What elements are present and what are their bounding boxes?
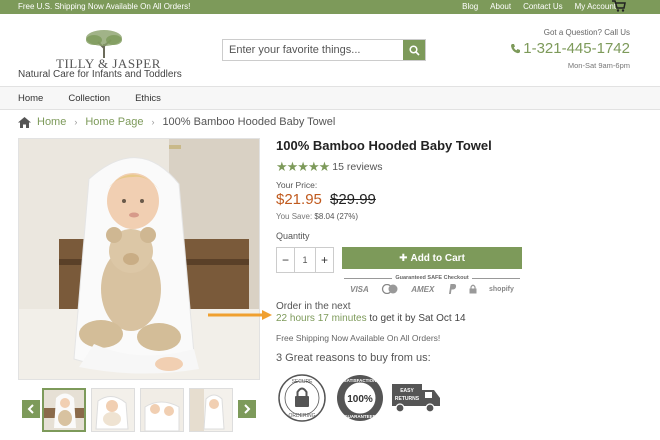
home-icon[interactable]: [18, 116, 31, 128]
business-hours: Mon-Sat 9am-6pm: [567, 61, 630, 70]
search-input[interactable]: [223, 40, 403, 60]
about-link[interactable]: About: [490, 2, 511, 11]
reasons-heading: 3 Great reasons to buy from us:: [276, 352, 431, 364]
thumb-image: [92, 389, 134, 431]
mastercard-icon: [381, 284, 398, 294]
shipping-promo: Free U.S. Shipping Now Available On All …: [18, 2, 191, 11]
account-link[interactable]: My Account: [575, 2, 616, 11]
order-countdown-intro: Order in the next: [276, 301, 351, 312]
delivery-date: to get it by Sat Oct 14: [369, 313, 466, 324]
breadcrumb-current: 100% Bamboo Hooded Baby Towel: [162, 116, 336, 128]
amex-logo: AMEX: [411, 284, 435, 294]
badge-row: SECURE ORDERING 100% SATISFACTION GUARAN…: [278, 374, 440, 422]
search-button[interactable]: [403, 40, 425, 60]
baby-towel-photo: [19, 139, 259, 379]
search-icon: [408, 44, 420, 56]
quantity-label: Quantity: [276, 231, 310, 241]
quantity-decrease-button[interactable]: −: [277, 248, 295, 272]
nav-home[interactable]: Home: [18, 93, 43, 104]
main-nav: Home Collection Ethics: [0, 86, 660, 110]
plus-icon: ✚: [399, 252, 408, 264]
thumbnail-1[interactable]: [42, 388, 86, 432]
tagline: Natural Care for Infants and Toddlers: [18, 69, 182, 80]
badge-top-text: SECURE: [292, 379, 314, 385]
easy-returns-badge: EASY RETURNS: [392, 384, 440, 413]
top-links: Blog About Contact Us My Account: [462, 2, 616, 11]
order-countdown: 22 hours 17 minutes to get it by Sat Oct…: [276, 313, 466, 324]
contact-block: Got a Question? Call Us 1-321-445-1742 M…: [510, 28, 630, 70]
free-shipping-note: Free Shipping Now Available On All Order…: [276, 333, 441, 343]
tree-icon: [86, 30, 122, 58]
chevron-right-icon: [244, 404, 251, 414]
search-bar: [222, 39, 426, 61]
phone-number[interactable]: 1-321-445-1742: [510, 40, 630, 57]
shopify-logo: shopify: [489, 285, 514, 293]
thumbnail-strip: [18, 388, 260, 432]
breadcrumb-home[interactable]: Home: [37, 116, 66, 128]
price-label: Your Price:: [276, 180, 318, 190]
contact-link[interactable]: Contact Us: [523, 2, 563, 11]
brand-logo[interactable]: TILLY & JASPER: [54, 28, 160, 72]
thumb-image: [141, 389, 183, 431]
callout-arrow-icon: [208, 310, 272, 320]
site-header: TILLY & JASPER Natural Care for Infants …: [0, 14, 660, 86]
secure-ordering-badge: SECURE ORDERING: [278, 374, 326, 422]
product-rating[interactable]: ★★★★★ 15 reviews: [276, 159, 382, 175]
badge-top-text: EASY: [400, 388, 414, 394]
thumb-image: [190, 389, 232, 431]
original-price: $29.99: [330, 191, 376, 208]
savings: You Save: $8.04 (27%): [276, 212, 358, 221]
phone-icon: [511, 44, 521, 54]
badge-bottom-text: ORDERING: [289, 413, 316, 419]
quantity-field[interactable]: 1: [295, 248, 315, 272]
visa-logo: VISA: [350, 284, 369, 294]
thumb-next-button[interactable]: [238, 400, 256, 418]
breadcrumb-separator: ›: [151, 117, 155, 127]
payment-logos: VISA AMEX shopify: [344, 284, 520, 294]
breadcrumb-separator: ›: [74, 117, 78, 127]
nav-ethics[interactable]: Ethics: [135, 93, 161, 104]
badge-bottom-text: GUARANTEED: [344, 414, 377, 419]
sale-price: $21.95: [276, 191, 322, 208]
add-to-cart-button[interactable]: ✚ Add to Cart: [342, 247, 522, 269]
savings-value: $8.04 (27%): [314, 212, 359, 221]
blog-link[interactable]: Blog: [462, 2, 478, 11]
breadcrumb: Home › Home Page › 100% Bamboo Hooded Ba…: [18, 116, 335, 128]
badge-mid-text: 100%: [347, 394, 373, 405]
top-bar: Free U.S. Shipping Now Available On All …: [0, 0, 660, 14]
thumb-image: [44, 390, 84, 430]
paypal-icon: [448, 284, 456, 294]
divider: [472, 278, 520, 279]
contact-question: Got a Question? Call Us: [543, 28, 630, 37]
lock-icon: [469, 284, 477, 294]
badge-top-text: SATISFACTION: [344, 378, 377, 383]
trust-badges: SECURE ORDERING 100% SATISFACTION GUARAN…: [276, 370, 456, 422]
satisfaction-guaranteed-badge: 100% SATISFACTION GUARANTEED: [337, 375, 383, 421]
phone-text: 1-321-445-1742: [523, 40, 630, 57]
countdown-time: 22 hours 17 minutes: [276, 313, 367, 324]
thumbnail-3[interactable]: [140, 388, 184, 432]
thumbnail-4[interactable]: [189, 388, 233, 432]
product-main-image[interactable]: [18, 138, 260, 380]
thumbnail-2[interactable]: [91, 388, 135, 432]
product-title: 100% Bamboo Hooded Baby Towel: [276, 138, 492, 153]
rating-stars: ★★★★★: [276, 159, 330, 174]
badge-bottom-text: RETURNS: [395, 396, 420, 402]
breadcrumb-section[interactable]: Home Page: [85, 116, 143, 128]
savings-label: You Save:: [276, 212, 313, 221]
add-to-cart-label: Add to Cart: [410, 252, 465, 264]
nav-collection[interactable]: Collection: [68, 93, 110, 104]
cart-icon[interactable]: [612, 0, 626, 12]
chevron-left-icon: [27, 404, 34, 414]
quantity-increase-button[interactable]: +: [315, 248, 333, 272]
quantity-stepper: − 1 +: [276, 247, 334, 273]
secure-checkout-strip: Guaranteed SAFE Checkout VISA AMEX shopi…: [344, 275, 520, 299]
thumb-prev-button[interactable]: [22, 400, 40, 418]
review-count[interactable]: 15 reviews: [332, 161, 382, 173]
